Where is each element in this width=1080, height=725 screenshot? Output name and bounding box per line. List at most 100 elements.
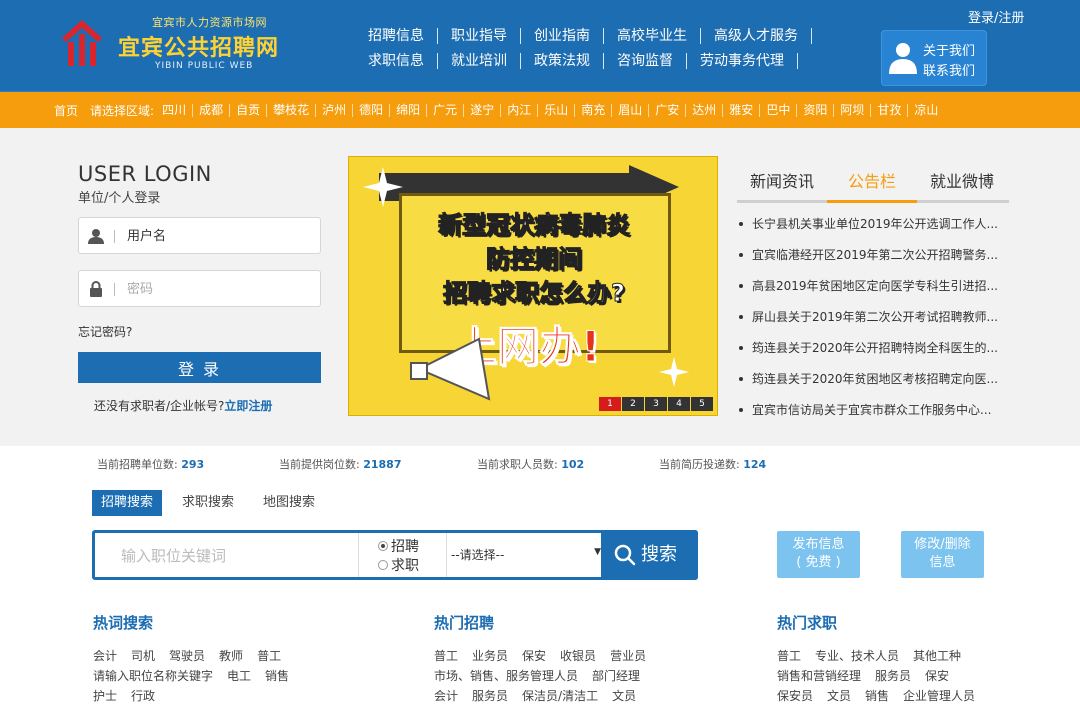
news-item[interactable]: 宜宾市信访局关于宜宾市群众工作服务中心... [737, 400, 1009, 431]
keyword-link[interactable]: 保安 [925, 669, 949, 683]
keyword-link[interactable]: 普工 [434, 649, 458, 663]
news-item[interactable]: 筠连县关于2020年公开招聘特岗全科医生的... [737, 338, 1009, 369]
nav-link[interactable]: 高校毕业生 [604, 28, 701, 44]
region-item[interactable]: 阿坝 [833, 103, 870, 117]
banner-page-dot[interactable]: 1 [599, 397, 621, 411]
keyword-link[interactable]: 销售和营销经理 [777, 669, 861, 683]
modify-info-button[interactable]: 修改/删除 信息 [901, 531, 984, 578]
keyword-link[interactable]: 企业管理人员 [903, 689, 975, 703]
region-item[interactable]: 德阳 [352, 103, 389, 117]
register-now-link[interactable]: 立即注册 [224, 399, 272, 413]
region-item[interactable]: 自贡 [229, 103, 266, 117]
radio-recruit[interactable]: 招聘 [378, 536, 419, 556]
news-item[interactable]: 长宁县机关事业单位2019年公开选调工作人... [737, 214, 1009, 245]
nav-link[interactable]: 招聘信息 [355, 28, 438, 44]
keyword-link[interactable]: 专业、技术人员 [815, 649, 899, 663]
keyword-link[interactable]: 部门经理 [592, 669, 640, 683]
region-item[interactable]: 攀枝花 [266, 103, 315, 117]
keyword-link[interactable]: 会计 [93, 649, 117, 663]
keyword-link[interactable]: 保安员 [777, 689, 813, 703]
news-item[interactable]: 筠连县关于2020年贫困地区考核招聘定向医... [737, 369, 1009, 400]
banner-page-dot[interactable]: 4 [668, 397, 690, 411]
region-item[interactable]: 甘孜 [870, 103, 907, 117]
keyword-link[interactable]: 驾驶员 [169, 649, 205, 663]
keyword-link[interactable]: 销售 [265, 669, 289, 683]
login-register-link[interactable]: 登录/注册 [968, 7, 1024, 26]
region-item[interactable]: 内江 [500, 103, 537, 117]
keyword-link[interactable]: 服务员 [472, 689, 508, 703]
region-item[interactable]: 泸州 [315, 103, 352, 117]
nav-link[interactable]: 创业指南 [521, 28, 604, 44]
keyword-link[interactable]: 保洁员/清洁工 [522, 689, 598, 703]
radio-seek[interactable]: 求职 [378, 555, 419, 575]
region-item[interactable]: 眉山 [611, 103, 648, 117]
about-us-link[interactable]: 关于我们 [923, 40, 975, 59]
keyword-link[interactable]: 请输入职位名称关键字 [93, 669, 213, 683]
username-input[interactable] [127, 226, 307, 246]
keyword-link[interactable]: 其他工种 [913, 649, 961, 663]
keyword-link[interactable]: 普工 [257, 649, 281, 663]
tab-map-search[interactable]: 地图搜索 [254, 490, 324, 516]
keyword-link[interactable]: 护士 [93, 689, 117, 703]
job-keyword-input[interactable] [121, 545, 351, 567]
region-item[interactable]: 达州 [685, 103, 722, 117]
news-item[interactable]: 屏山县关于2019年第二次公开考试招聘教师... [737, 307, 1009, 338]
tab-job-search[interactable]: 招聘搜索 [92, 490, 163, 516]
nav-link[interactable]: 劳动事务代理 [687, 53, 798, 69]
region-item[interactable]: 广元 [426, 103, 463, 117]
tab-weibo[interactable]: 就业微博 [917, 167, 1007, 200]
region-item[interactable]: 遂宁 [463, 103, 500, 117]
keyword-link[interactable]: 收银员 [560, 649, 596, 663]
tab-seeker-search[interactable]: 求职搜索 [173, 490, 243, 516]
keyword-link[interactable]: 会计 [434, 689, 458, 703]
keyword-link[interactable]: 普工 [777, 649, 801, 663]
region-item[interactable]: 资阳 [796, 103, 833, 117]
password-field[interactable] [78, 270, 321, 307]
region-home-link[interactable]: 首页 [54, 102, 78, 119]
keyword-link[interactable]: 服务员 [875, 669, 911, 683]
keyword-link[interactable]: 教师 [219, 649, 243, 663]
tab-notices[interactable]: 公告栏 [827, 167, 917, 203]
about-contact-box[interactable]: 关于我们 联系我们 [881, 30, 987, 86]
tab-news[interactable]: 新闻资讯 [737, 167, 827, 200]
region-item[interactable]: 雅安 [722, 103, 759, 117]
region-item[interactable]: 绵阳 [389, 103, 426, 117]
site-logo[interactable]: 宜宾市人力资源市场网 宜宾公共招聘网 YIBIN PUBLIC WEB [58, 14, 298, 76]
nav-link[interactable]: 就业培训 [438, 53, 521, 69]
keyword-link[interactable]: 行政 [131, 689, 155, 703]
keyword-link[interactable]: 业务员 [472, 649, 508, 663]
keyword-link[interactable]: 电工 [227, 669, 251, 683]
region-item[interactable]: 南充 [574, 103, 611, 117]
nav-link[interactable]: 高级人才服务 [701, 28, 812, 44]
publish-info-button[interactable]: 发布信息 ( 免费 ) [777, 531, 860, 578]
banner-page-dot[interactable]: 5 [691, 397, 713, 411]
search-button[interactable]: 搜索 [601, 530, 698, 580]
region-item[interactable]: 成都 [192, 103, 229, 117]
nav-link[interactable]: 职业指导 [438, 28, 521, 44]
keyword-link[interactable]: 文员 [612, 689, 636, 703]
category-select[interactable]: --请选择-- ▼ [451, 546, 601, 563]
keyword-link[interactable]: 销售 [865, 689, 889, 703]
keyword-link[interactable]: 司机 [131, 649, 155, 663]
keyword-link[interactable]: 文员 [827, 689, 851, 703]
region-item[interactable]: 凉山 [907, 103, 944, 117]
region-item[interactable]: 广安 [648, 103, 685, 117]
username-field[interactable] [78, 217, 321, 254]
region-item[interactable]: 乐山 [537, 103, 574, 117]
region-item[interactable]: 四川 [156, 103, 192, 117]
banner-page-dot[interactable]: 2 [622, 397, 644, 411]
nav-link[interactable]: 政策法规 [521, 53, 604, 69]
nav-link[interactable]: 求职信息 [355, 53, 438, 69]
keyword-link[interactable]: 保安 [522, 649, 546, 663]
keyword-link[interactable]: 营业员 [610, 649, 646, 663]
password-input[interactable] [127, 279, 307, 299]
forgot-password-link[interactable]: 忘记密码? [78, 323, 132, 340]
login-button[interactable]: 登 录 [78, 352, 321, 383]
news-item[interactable]: 高县2019年贫困地区定向医学专科生引进招... [737, 276, 1009, 307]
contact-us-link[interactable]: 联系我们 [923, 60, 975, 79]
promo-banner[interactable]: 新型冠状病毒肺炎 防控期间 招聘求职怎么办? 上网办! 1 2 3 4 5 [348, 156, 718, 416]
keyword-link[interactable]: 市场、销售、服务管理人员 [434, 669, 578, 683]
news-item[interactable]: 宜宾临港经开区2019年第二次公开招聘警务... [737, 245, 1009, 276]
banner-page-dot[interactable]: 3 [645, 397, 667, 411]
region-item[interactable]: 巴中 [759, 103, 796, 117]
